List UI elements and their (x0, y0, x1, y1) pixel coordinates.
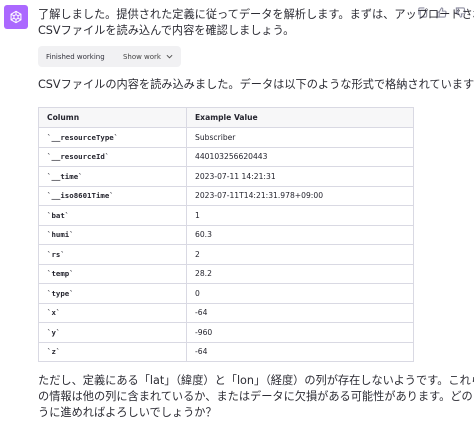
example-value-cell: 2 (186, 244, 414, 265)
column-name-cell: `type` (38, 283, 187, 304)
table-row: `type` 0 (38, 283, 414, 304)
working-status-label: Finished working (46, 52, 105, 61)
table-row: `z` -64 (38, 341, 414, 362)
column-name-cell: `__resourceId` (38, 146, 187, 167)
example-value-cell: 28.2 (186, 263, 414, 284)
example-value-cell: -960 (186, 322, 414, 343)
assistant-avatar (4, 5, 28, 29)
csv-format-table: Column Example Value `__resourceType` Sub… (38, 107, 414, 362)
table-row: `y` -960 (38, 322, 414, 343)
table-row: `bat` 1 (38, 205, 414, 226)
column-name-cell: `bat` (38, 205, 187, 226)
example-value-header: Example Value (186, 107, 414, 128)
column-name-cell: `__iso8601Time` (38, 185, 187, 206)
column-name-cell: `y` (38, 322, 187, 343)
show-work-label: Show work (122, 52, 161, 61)
column-name-cell: `temp` (38, 263, 187, 284)
outro-line-2: の情報は他の列に含まれているか、またはデータに欠損がある可能性があります。どのよ (38, 390, 474, 403)
column-name-cell: `z` (38, 341, 187, 362)
intro-line-1: 了解しました。提供された定義に従ってデータを解析します。まずは、アップロードされ… (38, 8, 474, 21)
column-header: Column (38, 107, 187, 128)
example-value-cell: 1 (186, 205, 414, 226)
table-row: `__time` 2023-07-11 14:21:31 (38, 166, 414, 187)
example-value-cell: 0 (186, 283, 414, 304)
table-row: `__iso8601Time` 2023-07-11T14:21:31.978+0… (38, 185, 414, 206)
chevron-down-icon (166, 54, 173, 59)
chatgpt-logo-icon (8, 9, 24, 25)
table-row: `rs` 2 (38, 244, 414, 265)
example-value-cell: -64 (186, 341, 414, 362)
table-row: `temp` 28.2 (38, 263, 414, 284)
table-header-row: Column Example Value (38, 107, 414, 128)
example-value-cell: 440103256620443 (186, 146, 414, 167)
outro-line-3: うに進めればよろしいでしょうか？ (38, 406, 217, 419)
table-row: `humi` 60.3 (38, 224, 414, 245)
outro-line-1: ただし、定義にある「lat」（緯度）と「lon」（経度）の列が存在しないようです… (38, 374, 474, 387)
column-name-cell: `rs` (38, 244, 187, 265)
example-value-cell: 2023-07-11T14:21:31.978+09:00 (186, 185, 414, 206)
finished-working-panel: Finished working Show work (38, 46, 181, 67)
example-value-cell: 60.3 (186, 224, 414, 245)
column-name-cell: `humi` (38, 224, 187, 245)
column-name-cell: `__time` (38, 166, 187, 187)
example-value-cell: Subscriber (186, 127, 414, 148)
column-name-cell: `__resourceType` (38, 127, 187, 148)
example-value-cell: -64 (186, 302, 414, 323)
intro-line-2: CSVファイルを読み込んで内容を確認しましょう。 (38, 24, 295, 37)
show-work-button[interactable]: Show work (123, 53, 173, 61)
loaded-line: CSVファイルの内容を読み込みました。データは以下のような形式で格納されています… (38, 78, 474, 91)
table-row: `x` -64 (38, 302, 414, 323)
column-name-cell: `x` (38, 302, 187, 323)
table-row: `__resourceId` 440103256620443 (38, 146, 414, 167)
example-value-cell: 2023-07-11 14:21:31 (186, 166, 414, 187)
table-row: `__resourceType` Subscriber (38, 127, 414, 148)
